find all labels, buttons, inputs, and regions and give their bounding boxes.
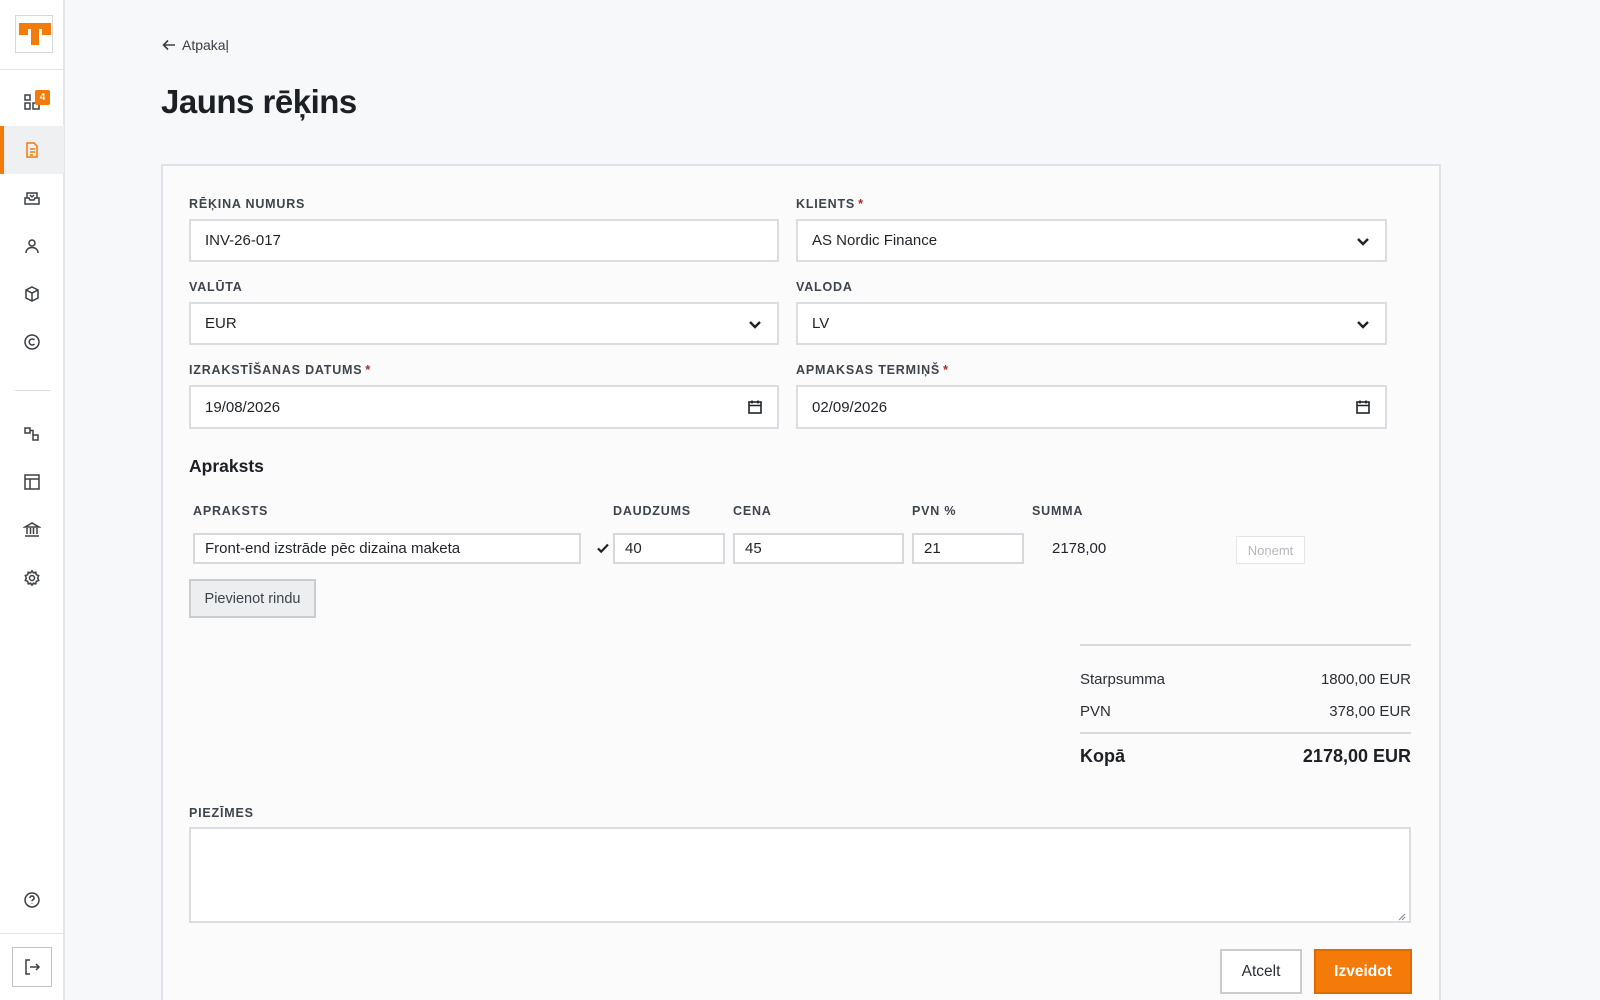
line-vat-input[interactable]: 21 bbox=[912, 533, 1024, 564]
issue-date-input[interactable]: 19/08/2026 bbox=[189, 385, 779, 429]
totals-divider bbox=[1080, 732, 1411, 734]
subtotal-label: Starpsumma bbox=[1080, 671, 1166, 688]
line-price-value: 45 bbox=[745, 540, 762, 557]
column-header-vat: PVN % bbox=[912, 504, 957, 518]
back-link-label: Atpakaļ bbox=[182, 37, 229, 53]
vat-label: PVN bbox=[1080, 703, 1111, 720]
resize-handle-icon[interactable] bbox=[1396, 908, 1406, 921]
calendar-icon[interactable] bbox=[1355, 399, 1371, 415]
create-button[interactable]: Izveidot bbox=[1314, 949, 1412, 994]
due-date-label: APMAKSAS TERMIŅŠ * bbox=[796, 363, 949, 377]
line-items-section-title: Apraksts bbox=[189, 456, 264, 476]
line-quantity-input[interactable]: 40 bbox=[613, 533, 725, 564]
chevron-down-icon bbox=[1357, 320, 1369, 329]
sidebar-item-clients[interactable] bbox=[0, 222, 64, 270]
notes-textarea[interactable] bbox=[189, 827, 1411, 923]
sidebar-item-products[interactable] bbox=[0, 270, 64, 318]
settings-gear-icon bbox=[24, 569, 40, 587]
required-marker: * bbox=[943, 363, 949, 377]
copyright-icon bbox=[24, 334, 40, 350]
invoice-document-icon bbox=[26, 142, 38, 158]
sidebar-item-bank[interactable] bbox=[0, 506, 64, 554]
line-quantity-value: 40 bbox=[625, 540, 642, 557]
chevron-down-icon bbox=[749, 320, 761, 329]
layout-template-icon bbox=[24, 474, 40, 490]
client-value: AS Nordic Finance bbox=[812, 232, 938, 249]
column-header-quantity: DAUDZUMS bbox=[613, 504, 691, 518]
grand-total-row: Kopā 2178,00 EUR bbox=[1080, 746, 1411, 767]
help-circle-icon bbox=[24, 892, 40, 908]
column-header-description: APRAKSTS bbox=[193, 504, 269, 518]
language-label: VALODA bbox=[796, 280, 853, 294]
sidebar-item-invoices[interactable] bbox=[0, 126, 64, 174]
logout-icon bbox=[25, 959, 41, 975]
invoice-number-input[interactable]: INV-26-017 bbox=[189, 219, 779, 262]
sidebar-divider bbox=[0, 69, 64, 70]
calendar-icon[interactable] bbox=[747, 399, 763, 415]
required-marker: * bbox=[365, 363, 372, 377]
sidebar-divider bbox=[15, 390, 50, 391]
sidebar-item-settings[interactable] bbox=[0, 554, 64, 602]
invoice-number-label: RĒĶINA NUMURS bbox=[189, 197, 306, 211]
grand-total-label: Kopā bbox=[1080, 746, 1125, 766]
invoice-form-card: RĒĶINA NUMURS INV-26-017 KLIENTS * AS Nor… bbox=[161, 164, 1441, 1000]
sidebar-item-copyright[interactable] bbox=[0, 318, 64, 366]
user-icon bbox=[25, 239, 39, 254]
due-date-input[interactable]: 02/09/2026 bbox=[796, 385, 1387, 429]
column-header-sum: SUMMA bbox=[1032, 504, 1084, 518]
sidebar-item-inbox[interactable] bbox=[0, 174, 64, 222]
currency-select[interactable]: EUR bbox=[189, 302, 779, 345]
column-header-price: CENA bbox=[733, 504, 772, 518]
sidebar-item-help[interactable] bbox=[0, 876, 64, 924]
client-label: KLIENTS * bbox=[796, 197, 864, 211]
required-marker: * bbox=[858, 197, 864, 211]
integrations-icon bbox=[24, 427, 39, 441]
sidebar-item-dashboard[interactable]: 4 bbox=[0, 78, 64, 126]
grand-total-value: 2178,00 EUR bbox=[1302, 746, 1411, 766]
currency-label: VALŪTA bbox=[189, 280, 243, 294]
sidebar-item-integrations[interactable] bbox=[0, 410, 64, 458]
add-row-button[interactable]: Pievienot rindu bbox=[189, 579, 316, 618]
inbox-icon bbox=[24, 192, 40, 205]
language-select[interactable]: LV bbox=[796, 302, 1387, 345]
currency-value: EUR bbox=[205, 315, 237, 332]
subtotal-value: 1800,00 EUR bbox=[1320, 671, 1411, 688]
due-date-value: 02/09/2026 bbox=[812, 398, 888, 416]
logout-button[interactable] bbox=[12, 947, 52, 987]
language-value: LV bbox=[812, 315, 830, 332]
checkmark-icon bbox=[595, 540, 611, 556]
sidebar-divider bbox=[0, 933, 64, 934]
issue-date-value: 19/08/2026 bbox=[205, 398, 281, 416]
arrow-left-icon bbox=[162, 39, 175, 51]
package-box-icon bbox=[25, 286, 39, 302]
line-description-value: Front-end izstrāde pēc dizaina maketa bbox=[205, 540, 461, 557]
invoice-number-value: INV-26-017 bbox=[205, 232, 281, 249]
line-sum: 2178,00 bbox=[1052, 540, 1107, 557]
notes-label: PIEZĪMES bbox=[189, 806, 254, 820]
line-vat-value: 21 bbox=[924, 540, 941, 557]
cancel-button[interactable]: Atcelt bbox=[1220, 949, 1302, 994]
totals-divider bbox=[1080, 644, 1411, 646]
sidebar-item-templates[interactable] bbox=[0, 458, 64, 506]
line-description-input[interactable]: Front-end izstrāde pēc dizaina maketa bbox=[193, 533, 581, 564]
chevron-down-icon bbox=[1357, 237, 1369, 246]
line-price-input[interactable]: 45 bbox=[733, 533, 904, 564]
sidebar: 4 bbox=[0, 0, 65, 1000]
notification-badge: 4 bbox=[35, 90, 50, 105]
bank-icon bbox=[23, 522, 41, 537]
vat-row: PVN 378,00 EUR bbox=[1080, 703, 1411, 720]
page-title: Jauns rēķins bbox=[161, 83, 357, 120]
issue-date-label: IZRAKSTĪŠANAS DATUMS * bbox=[189, 363, 372, 377]
back-link[interactable]: Atpakaļ bbox=[162, 37, 229, 53]
brand-logo-icon bbox=[19, 23, 51, 45]
remove-line-button[interactable]: Noņemt bbox=[1236, 536, 1305, 564]
client-select[interactable]: AS Nordic Finance bbox=[796, 219, 1387, 262]
brand-logo[interactable] bbox=[15, 15, 53, 53]
subtotal-row: Starpsumma 1800,00 EUR bbox=[1080, 671, 1411, 688]
vat-value: 378,00 EUR bbox=[1329, 703, 1411, 720]
